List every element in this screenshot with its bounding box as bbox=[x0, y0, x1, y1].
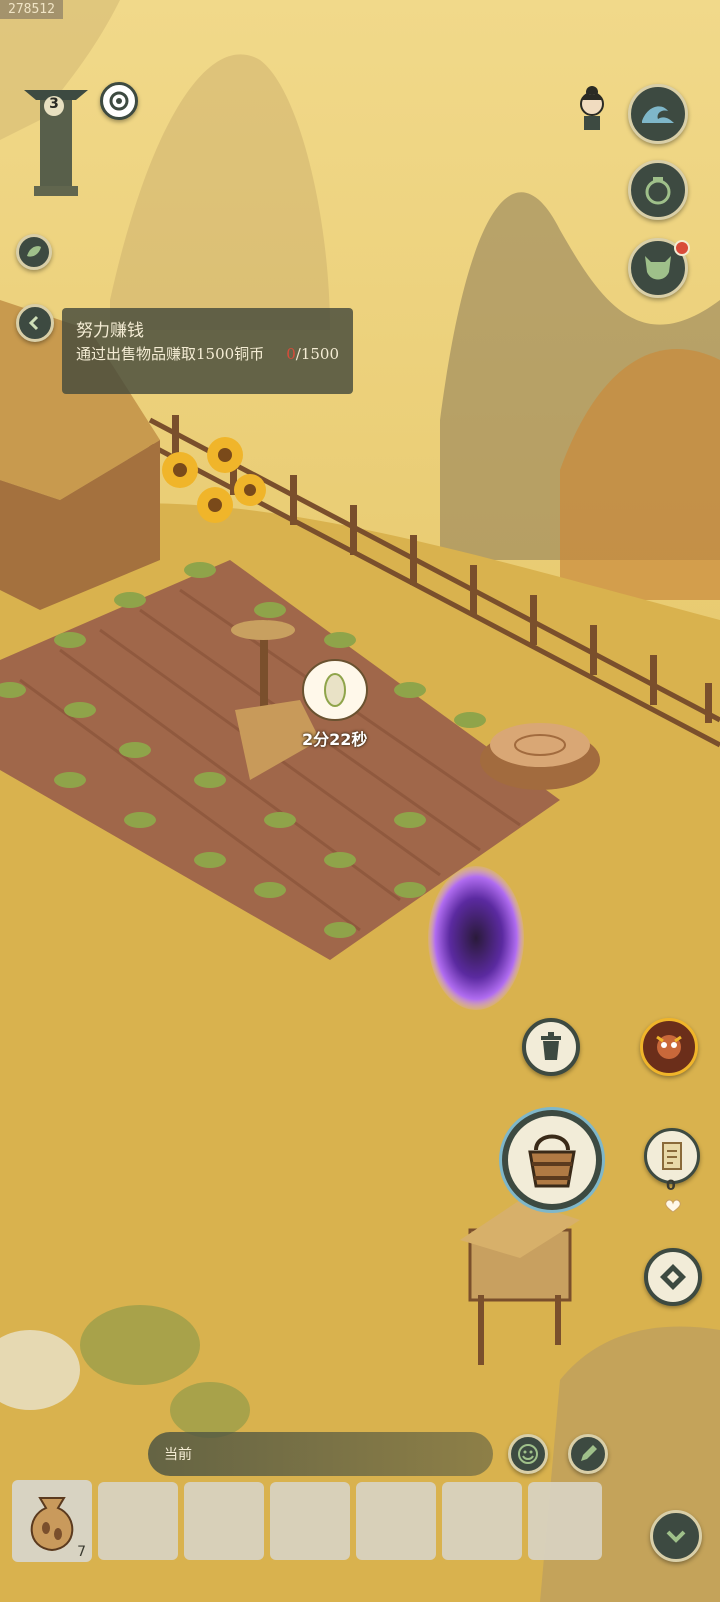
chat-bar[interactable]: 当前 bbox=[148, 1432, 493, 1476]
leaf-icon[interactable] bbox=[16, 234, 52, 270]
wave-skill-icon[interactable] bbox=[628, 84, 688, 144]
level-number: 3 bbox=[49, 96, 59, 112]
chat-channel-label: 当前 bbox=[164, 1447, 192, 1463]
map-scroll-icon[interactable] bbox=[644, 1128, 700, 1184]
swirl-icon[interactable] bbox=[100, 82, 138, 120]
trash-bin-icon[interactable] bbox=[522, 1018, 580, 1076]
quest-progress-current: 0 bbox=[286, 345, 296, 363]
notification-dot bbox=[674, 240, 690, 256]
quest-progress: 0/1500 bbox=[286, 345, 339, 363]
game-scene bbox=[0, 0, 720, 1602]
inventory-slot[interactable] bbox=[356, 1482, 436, 1560]
inventory-slot[interactable] bbox=[98, 1482, 178, 1560]
seed-bag-count: 7 bbox=[77, 1544, 86, 1560]
diamond-compass-icon[interactable] bbox=[644, 1248, 702, 1306]
crop-timer: 2分22秒 bbox=[302, 730, 368, 749]
session-id: 278512 bbox=[0, 0, 63, 19]
emote-icon[interactable] bbox=[508, 1434, 548, 1474]
inventory-slot[interactable] bbox=[528, 1482, 602, 1560]
heart-icon bbox=[664, 1198, 682, 1213]
inventory-slot[interactable] bbox=[442, 1482, 522, 1560]
bucket-icon[interactable] bbox=[502, 1110, 602, 1210]
quest-collapse-button[interactable] bbox=[16, 304, 54, 342]
bag-pouch-icon[interactable] bbox=[628, 160, 688, 220]
scroll-count: 0 bbox=[666, 1178, 676, 1194]
level-pillar-icon[interactable]: 3 bbox=[18, 58, 94, 198]
inventory-slot[interactable] bbox=[184, 1482, 264, 1560]
quest-description: 通过出售物品赚取1500铜币 bbox=[76, 345, 265, 363]
collapse-icon[interactable] bbox=[650, 1510, 702, 1562]
angry-spirit-icon[interactable] bbox=[640, 1018, 698, 1076]
character-portrait-icon[interactable] bbox=[574, 84, 610, 132]
quest-panel[interactable]: 努力赚钱 通过出售物品赚取1500铜币 0/1500 bbox=[62, 308, 353, 394]
inventory-slot[interactable] bbox=[270, 1482, 350, 1560]
quest-progress-total: /1500 bbox=[295, 345, 339, 363]
quest-title: 努力赚钱 bbox=[76, 321, 144, 341]
edit-icon[interactable] bbox=[568, 1434, 608, 1474]
seed-bag-slot[interactable]: 7 bbox=[12, 1480, 92, 1562]
